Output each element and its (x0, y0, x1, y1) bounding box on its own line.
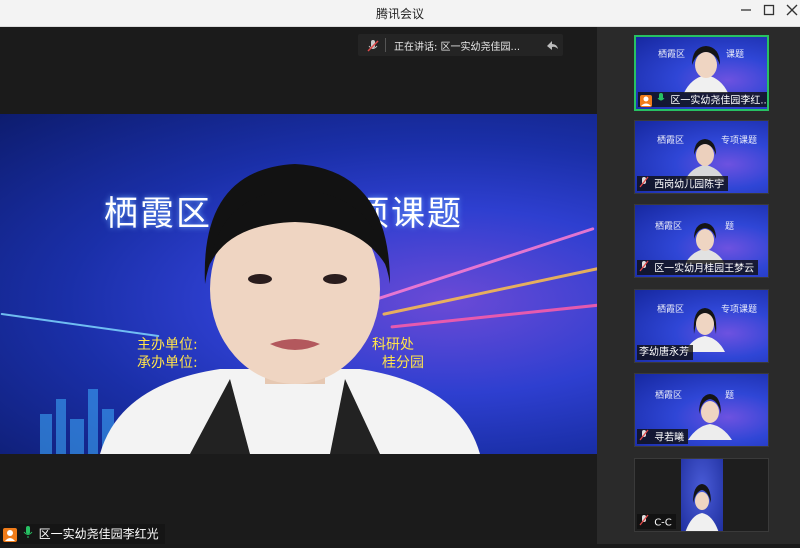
app-title: 腾讯会议 (375, 7, 424, 21)
avatar-icon (640, 94, 652, 107)
participant-name: 区一实幼尧佳园李红... (670, 95, 769, 107)
divider (385, 38, 386, 52)
participant-tag: 李幼唐永芳 (637, 345, 693, 360)
mic-muted-icon (639, 429, 649, 444)
main-video[interactable]: 栖霞区 项课题 主办单位: 科研处 承办单位: 桂分园 (0, 114, 597, 454)
participant-name: 寻若曦 (654, 432, 685, 444)
participant-video (684, 46, 728, 93)
participant-video (685, 223, 725, 264)
participant-tag: 区一实幼月桂园王梦云 (637, 260, 759, 275)
title-bar: 腾讯会议 (0, 0, 800, 27)
participant-name: 西岗幼儿园陈宇 (654, 179, 725, 191)
speaker-video-person (100, 164, 480, 454)
speaking-label: 正在讲话: 区一实幼尧佳园... (394, 42, 521, 53)
participant-name: C-C (654, 517, 672, 529)
mic-on-icon (23, 525, 33, 545)
mic-muted-icon (639, 176, 649, 191)
participant-tile[interactable]: C-C (634, 458, 769, 532)
minimize-icon[interactable] (735, 4, 757, 22)
hand-raise-icon[interactable] (544, 37, 560, 57)
maximize-icon[interactable] (758, 4, 780, 22)
avatar-icon (3, 527, 17, 542)
participant-tag: 寻若曦 (637, 429, 689, 444)
mic-muted-icon (639, 514, 649, 529)
participant-video (688, 394, 732, 440)
participant-tile[interactable]: 栖霞区 题 寻若曦 (634, 373, 769, 447)
participant-tag: 区一实幼尧佳园李红... (638, 92, 769, 107)
participant-tag: C-C (637, 514, 676, 529)
participant-tile[interactable]: 栖霞区 题 区一实幼月桂园王梦云 (634, 204, 769, 278)
close-icon[interactable] (781, 4, 800, 22)
participant-name: 区一实幼月桂园王梦云 (654, 263, 755, 275)
mic-muted-icon (366, 38, 380, 57)
mic-on-icon (657, 92, 665, 107)
participant-tile[interactable]: 栖霞区 专项课题 李幼唐永芳 (634, 289, 769, 363)
main-speaker-name: 区一实幼尧佳园李红光 (38, 527, 159, 541)
participant-tag: 西岗幼儿园陈宇 (637, 176, 729, 191)
speaking-indicator: 正在讲话: 区一实幼尧佳园... (358, 34, 563, 56)
participant-tile[interactable]: 栖霞区 课题 区一实幼尧佳园李红... (634, 35, 769, 111)
participant-video (681, 459, 723, 531)
main-speaker-tag: 区一实幼尧佳园李红光 (0, 524, 165, 544)
mic-muted-icon (639, 260, 649, 275)
participant-name: 李幼唐永芳 (639, 347, 689, 358)
participant-video (685, 139, 725, 180)
participant-tile[interactable]: 栖霞区 专项课题 西岗幼儿园陈宇 (634, 120, 769, 194)
